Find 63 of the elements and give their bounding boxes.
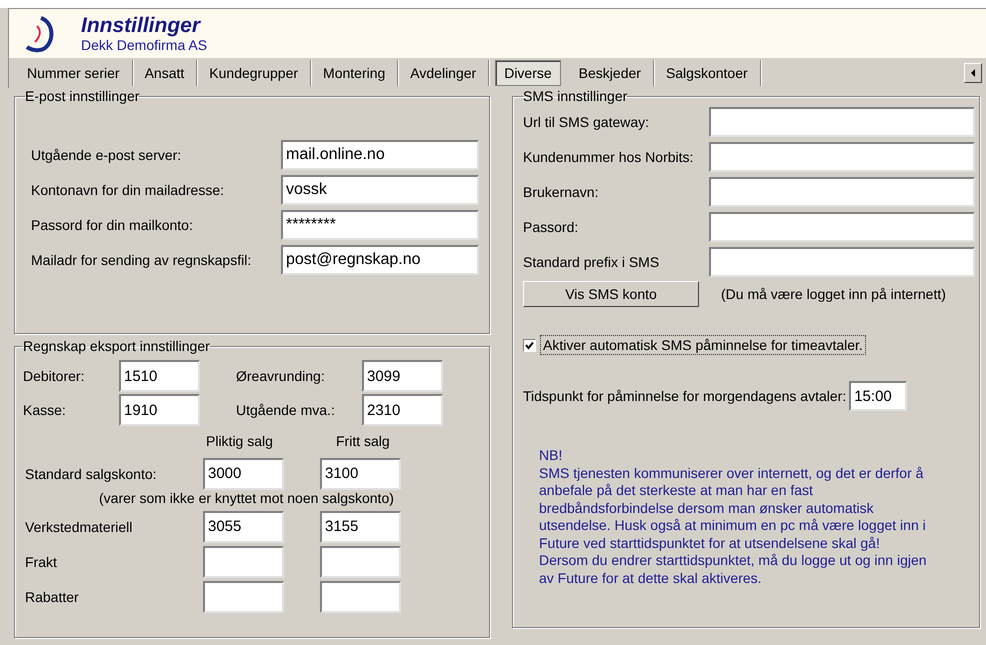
field-label: Debitorer: [23, 368, 86, 384]
field-label: Øreavrunding: [236, 368, 326, 384]
field-label: Kundenummer hos Norbits: [523, 148, 694, 164]
input-field[interactable] [203, 546, 284, 578]
field-label: Utgående e-post server: [31, 147, 182, 163]
left-arrow-icon [970, 69, 976, 77]
field-label: Brukernavn: [523, 184, 600, 200]
group-title: E-post innstillinger [25, 88, 140, 104]
tab[interactable]: Diverse [495, 60, 561, 86]
checkbox[interactable] [523, 338, 536, 352]
show-sms-account-button[interactable]: Vis SMS konto [523, 281, 699, 307]
tab[interactable]: Kundegrupper [197, 60, 312, 86]
input-field[interactable] [320, 546, 401, 578]
note-text: (varer som ikke er knyttet mot noen salgskonto) [98, 491, 395, 508]
field-label: Standard prefix i SMS [523, 254, 660, 270]
tab[interactable]: Ansatt [132, 60, 198, 86]
input-field[interactable] [709, 106, 975, 136]
input-field[interactable] [203, 580, 284, 612]
field-label: Kontonavn for din mailadresse: [31, 182, 224, 198]
input-field[interactable]: mail.online.no [281, 140, 479, 170]
group-title: SMS innstillinger [523, 88, 628, 104]
input-field[interactable]: 1910 [119, 394, 200, 426]
input-field[interactable]: 3155 [320, 510, 401, 542]
field-label: Rabatter [24, 588, 80, 604]
checkbox-label[interactable]: Aktiver automatisk SMS påminnelse for timeavtaler. [540, 335, 866, 355]
tab[interactable]: Beskjeder [566, 60, 654, 86]
input-field[interactable]: 2310 [362, 394, 443, 426]
column-heading: Fritt salg [336, 433, 390, 449]
field-label: Kasse: [23, 402, 67, 418]
field-label: Utgående mva.: [236, 402, 336, 418]
tab[interactable]: Avdelinger [398, 60, 490, 86]
input-field[interactable] [709, 212, 975, 242]
field-label: Verkstedmateriell [24, 518, 134, 534]
column-heading: Pliktig salg [206, 433, 274, 449]
field-label: Passord for din mailkonto: [31, 217, 193, 233]
time-field[interactable]: 15:00 [849, 381, 908, 411]
input-field[interactable]: 1510 [119, 360, 200, 392]
field-label: Mailadr for sending av regnskapsfil: [31, 252, 252, 268]
tab[interactable]: Nummer serier [15, 60, 133, 86]
field-label: Tidspunkt for påminnelse for morgendagens avtaler: [523, 388, 846, 404]
field-label: Frakt [24, 554, 58, 570]
field-label: Passord: [523, 218, 580, 234]
field-label: Url til SMS gateway: [523, 114, 650, 130]
tab[interactable]: Montering [311, 60, 398, 86]
input-field[interactable] [709, 246, 975, 276]
input-field[interactable]: post@regnskap.no [281, 245, 479, 275]
company-name: Dekk Demofirma AS [81, 36, 208, 52]
field-label: Standard salgskonto: [24, 466, 158, 482]
scroll-left-button[interactable] [964, 63, 982, 83]
hint-text: (Du må være logget inn på internett) [721, 286, 946, 302]
notice-text: NB! SMS tjenesten kommuniserer over internett, og det er derfor å anbefale på det sterkeste at man har en fast bredbåndsforbindelse dersom man ønsker automatisk utsendelse. Husk også at minimum en pc må være logget inn i Future ved starttidspunktet for at utsendelsene skal gå! Dersom du endrer starttidspunktet, må du logge ut og inn igjen av Future for at dette skal aktiveres. [538, 447, 928, 587]
input-field[interactable]: 3099 [362, 360, 443, 392]
group-title: Regnskap eksport innstillinger [23, 338, 210, 354]
input-field[interactable] [709, 142, 975, 172]
input-field[interactable]: 3000 [203, 458, 284, 490]
input-field[interactable]: 3100 [320, 458, 401, 490]
tab[interactable]: Salgskontoer [654, 60, 761, 86]
window-title: Innstillinger [81, 14, 202, 36]
input-field[interactable]: vossk [281, 175, 479, 205]
input-field[interactable] [320, 580, 401, 612]
input-field[interactable]: ******** [281, 210, 479, 240]
input-field[interactable]: 3055 [203, 510, 284, 542]
input-field[interactable] [709, 176, 975, 206]
